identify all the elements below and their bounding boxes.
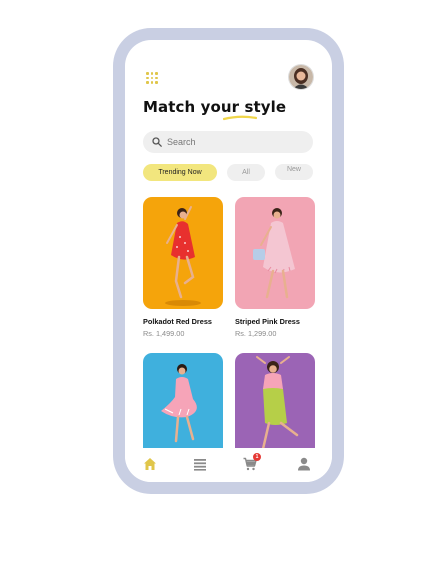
tab-new[interactable]: New [275,164,313,180]
product-image [235,197,315,309]
title-highlight: style [244,98,287,116]
nav-cart[interactable]: 1 [243,453,261,476]
product-name: Striped Pink Dress [235,317,300,326]
nav-home[interactable] [143,457,157,476]
title-underline [223,115,257,121]
avatar[interactable] [289,65,313,89]
app-screen: Match your style Search Trending Now All… [125,40,332,482]
search-icon [152,137,162,147]
bottom-nav: 1 [125,448,332,482]
tab-trending-now[interactable]: Trending Now [143,164,217,181]
product-image [143,197,223,309]
product-card-polkadot-red-dress[interactable] [143,197,223,309]
cart-badge: 1 [253,453,261,461]
nav-profile[interactable] [297,457,311,476]
page-title: Match your style [143,98,286,116]
product-price: Rs. 1,299.00 [235,329,277,338]
profile-icon [298,457,310,471]
title-prefix: Match your [143,98,245,116]
phone-frame: Match your style Search Trending Now All… [113,28,344,494]
product-price: Rs. 1,499.00 [143,329,185,338]
tab-all[interactable]: All [227,164,265,181]
grid-menu-icon[interactable] [146,72,158,84]
search-placeholder: Search [167,137,196,147]
home-icon [144,458,156,470]
nav-list[interactable] [193,457,207,476]
product-card-striped-pink-dress[interactable] [235,197,315,309]
product-name: Polkadot Red Dress [143,317,212,326]
list-icon [194,459,206,471]
search-input[interactable]: Search [143,131,313,153]
